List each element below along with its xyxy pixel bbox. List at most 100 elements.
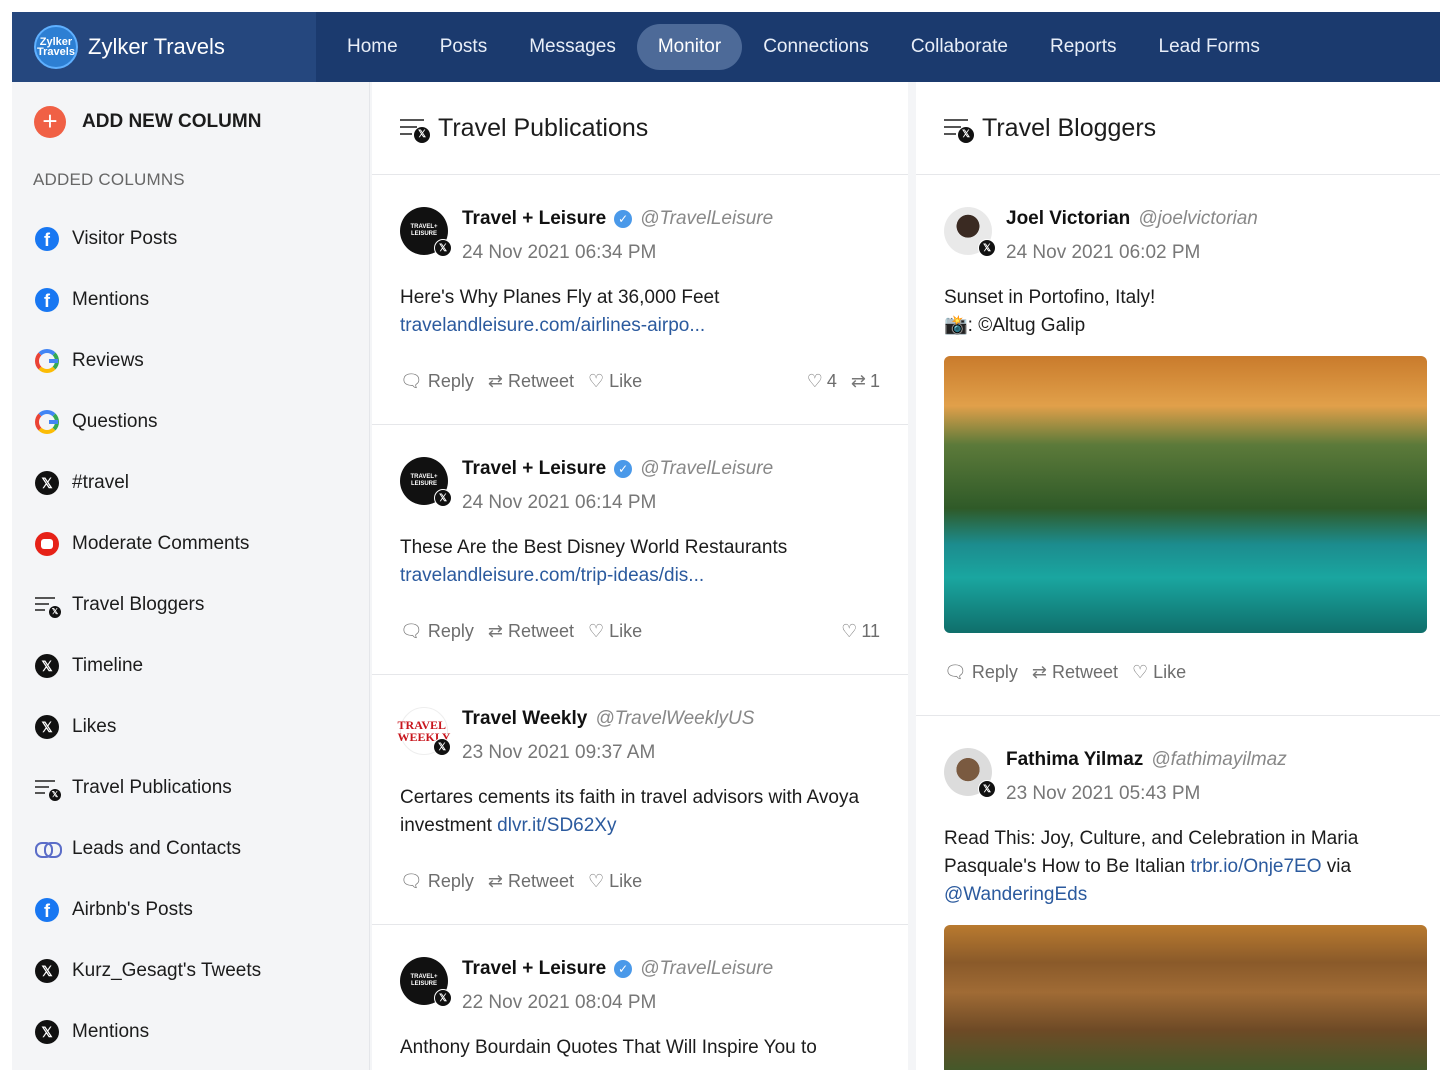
nav-posts[interactable]: Posts: [419, 24, 509, 70]
sidebar-item-leads-and-contacts[interactable]: Leads and Contacts: [34, 818, 261, 879]
avatar[interactable]: TRAVEL+ LEISURE 𝕏: [400, 457, 452, 507]
avatar-text: TRAVEL+ LEISURE: [410, 474, 438, 487]
author-name[interactable]: Travel + Leisure: [462, 958, 606, 980]
post-body: Sunset in Portofino, Italy!: [944, 287, 1156, 308]
top-navbar: Zylker Travels Zylker Travels Home Posts…: [12, 12, 1440, 82]
brand-logo: Zylker Travels: [34, 25, 78, 69]
retweet-button[interactable]: ⇄ Retweet: [488, 621, 574, 642]
post-link[interactable]: trbr.io/Onje7EO: [1191, 856, 1322, 877]
sidebar-item-moderate-comments[interactable]: Moderate Comments: [34, 513, 261, 574]
youtube-icon: [35, 531, 59, 556]
author-name[interactable]: Travel + Leisure: [462, 458, 606, 480]
like-button[interactable]: ♡ Like: [588, 371, 642, 392]
heart-icon: ♡: [806, 370, 823, 391]
reply-button[interactable]: 🗨︎ Reply: [400, 371, 474, 392]
column-title: Travel Bloggers: [982, 113, 1157, 142]
retweet-button[interactable]: ⇄ Retweet: [488, 371, 574, 392]
post-body-suffix: via: [1321, 856, 1352, 877]
post-date: 24 Nov 2021 06:14 PM: [462, 492, 657, 513]
avatar[interactable]: 𝕏: [944, 748, 996, 798]
sidebar-item-travel-hashtag[interactable]: 𝕏 #travel: [34, 452, 261, 513]
post-card: TRAVEL+ LEISURE 𝕏 Travel + Leisure ✓ @Tra…: [372, 425, 908, 675]
post-date: 23 Nov 2021 05:43 PM: [1006, 783, 1201, 804]
avatar[interactable]: 𝕏: [944, 207, 996, 257]
verified-badge-icon: ✓: [614, 460, 633, 478]
sidebar-item-label: Likes: [72, 715, 117, 737]
sidebar-item-likes[interactable]: 𝕏 Likes: [34, 696, 261, 757]
post-link[interactable]: travelandleisure.com/airlines-airpo...: [400, 315, 705, 336]
sidebar-item-mentions-facebook[interactable]: f Mentions: [34, 269, 261, 330]
x-badge-icon: 𝕏: [434, 239, 452, 257]
sidebar-item-label: Visitor Posts: [72, 227, 178, 249]
nav-collaborate[interactable]: Collaborate: [890, 24, 1029, 70]
x-icon: 𝕏: [35, 653, 59, 678]
sidebar-item-visitor-posts[interactable]: f Visitor Posts: [34, 208, 261, 269]
author-handle[interactable]: @TravelLeisure: [640, 458, 773, 480]
author-name[interactable]: Travel Weekly: [462, 708, 587, 730]
nav-monitor[interactable]: Monitor: [636, 24, 743, 70]
post-date: 24 Nov 2021 06:34 PM: [462, 242, 657, 263]
reply-button[interactable]: 🗨︎ Reply: [400, 871, 474, 892]
post-image[interactable]: [944, 356, 1427, 633]
avatar-text: TRAVEL+ LEISURE: [410, 974, 438, 987]
post-link[interactable]: dlvr.it/SD62Xy: [497, 815, 616, 836]
author-handle[interactable]: @TravelLeisure: [640, 958, 773, 980]
nav-lead-forms[interactable]: Lead Forms: [1138, 24, 1281, 70]
like-button[interactable]: ♡ Like: [588, 871, 642, 892]
post-image[interactable]: [944, 925, 1427, 1070]
sidebar-item-reviews[interactable]: Reviews: [34, 330, 261, 391]
sidebar-item-airbnb-posts[interactable]: f Airbnb's Posts: [34, 879, 261, 940]
post-card: TRAVEL WEEKLY 𝕏 Travel Weekly @TravelWeek…: [372, 675, 908, 925]
sidebar-item-mentions-x[interactable]: 𝕏 Mentions: [34, 1001, 261, 1062]
reply-button[interactable]: 🗨︎ Reply: [400, 621, 474, 642]
sidebar-item-questions[interactable]: Questions: [34, 391, 261, 452]
retweet-count: 1: [869, 370, 880, 391]
sidebar-item-travel-publications[interactable]: 𝕏 Travel Publications: [34, 757, 261, 818]
google-icon: [35, 409, 59, 434]
author-name[interactable]: Fathima Yilmaz: [1006, 749, 1143, 771]
post-mention[interactable]: @WanderingEds: [944, 884, 1087, 905]
author-handle[interactable]: @TravelWeeklyUS: [595, 708, 754, 730]
added-columns-heading: ADDED COLUMNS: [33, 170, 185, 189]
sidebar-item-kurz-gesagt-tweets[interactable]: 𝕏 Kurz_Gesagt's Tweets: [34, 940, 261, 1001]
nav-reports[interactable]: Reports: [1029, 24, 1138, 70]
reply-button[interactable]: 🗨︎ Reply: [944, 662, 1018, 683]
author-name[interactable]: Travel + Leisure: [462, 208, 606, 230]
reply-label: Reply: [427, 620, 474, 641]
brand[interactable]: Zylker Travels Zylker Travels: [12, 12, 316, 82]
x-icon: 𝕏: [35, 958, 59, 983]
post-actions: 🗨︎ Reply ⇄ Retweet ♡ Like ♡ 4 ⇄ 1: [400, 366, 880, 396]
avatar[interactable]: TRAVEL WEEKLY 𝕏: [398, 707, 451, 756]
facebook-icon: f: [35, 287, 59, 312]
like-button[interactable]: ♡ Like: [588, 621, 642, 642]
add-new-column-button[interactable]: + ADD NEW COLUMN: [34, 106, 261, 138]
x-icon: 𝕏: [35, 714, 59, 739]
sidebar-item-timeline[interactable]: 𝕏 Timeline: [34, 635, 261, 696]
heart-icon: ♡: [588, 620, 605, 641]
like-label: Like: [609, 370, 643, 391]
retweet-button[interactable]: ⇄ Retweet: [488, 871, 574, 892]
x-badge-icon: 𝕏: [978, 239, 996, 257]
post-link[interactable]: travelandleisure.com/trip-ideas/dis...: [400, 565, 704, 586]
author-handle[interactable]: @joelvictorian: [1138, 208, 1258, 230]
avatar[interactable]: TRAVEL+ LEISURE 𝕏: [400, 207, 452, 257]
column-header: 𝕏 Travel Publications: [372, 82, 908, 175]
post-text: Read This: Joy, Culture, and Celebration…: [944, 825, 1412, 909]
nav-messages[interactable]: Messages: [508, 24, 637, 70]
post-actions: 🗨︎ Reply ⇄ Retweet ♡ Like: [944, 657, 1412, 687]
author-handle[interactable]: @fathimayilmaz: [1151, 749, 1286, 771]
app-window: Zylker Travels Zylker Travels Home Posts…: [12, 12, 1440, 1070]
author-handle[interactable]: @TravelLeisure: [640, 208, 773, 230]
author-name[interactable]: Joel Victorian: [1006, 208, 1130, 230]
post-text: Sunset in Portofino, Italy! 📸: ©Altug Gal…: [944, 284, 1412, 340]
added-columns-list: f Visitor Posts f Mentions Reviews Quest…: [34, 208, 261, 1062]
post-text: Here's Why Planes Fly at 36,000 Feet trav…: [400, 284, 880, 340]
like-button[interactable]: ♡ Like: [1132, 662, 1186, 683]
sidebar-item-travel-bloggers[interactable]: 𝕏 Travel Bloggers: [34, 574, 261, 635]
brand-logo-text: Zylker Travels: [37, 36, 75, 58]
nav-home[interactable]: Home: [326, 24, 419, 70]
avatar[interactable]: TRAVEL+ LEISURE 𝕏: [400, 957, 452, 1007]
retweet-button[interactable]: ⇄ Retweet: [1032, 662, 1118, 683]
sidebar-item-label: Reviews: [72, 349, 144, 371]
nav-connections[interactable]: Connections: [742, 24, 890, 70]
